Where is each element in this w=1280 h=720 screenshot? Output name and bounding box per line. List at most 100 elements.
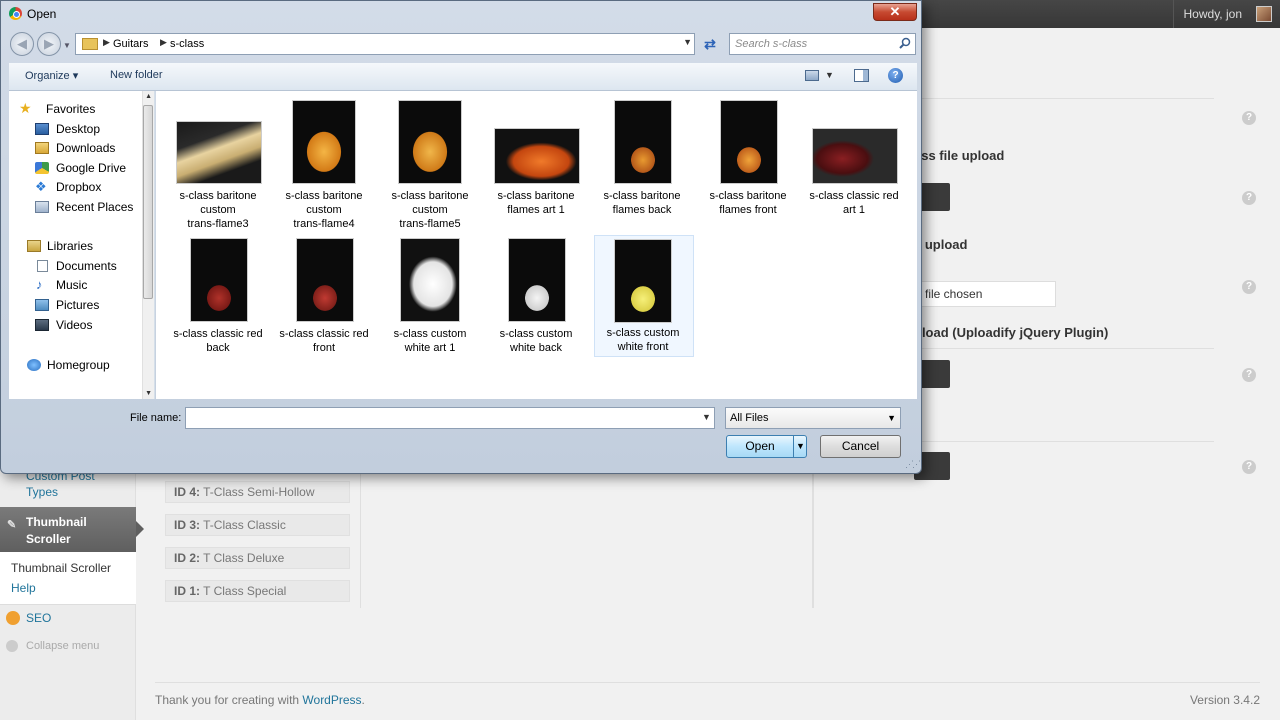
menu-seo[interactable]: SEO: [0, 606, 136, 630]
chevron-down-icon[interactable]: ▼: [683, 37, 692, 47]
close-button[interactable]: ✕: [873, 3, 917, 21]
breadcrumb-guitars[interactable]: Guitars: [113, 38, 148, 50]
file-item[interactable]: s-class classic red art 1: [804, 97, 904, 217]
id-list-item[interactable]: ID 1: T Class Special: [165, 580, 350, 602]
howdy-user-link[interactable]: Howdy, jon: [1172, 0, 1252, 28]
help-icon[interactable]: ?: [1242, 368, 1256, 382]
file-list: s-class baritone custom trans-flame3 s-cla…: [156, 91, 917, 399]
organize-button[interactable]: Organize ▾: [25, 69, 78, 82]
menu-custom-post-types-label-2: Types: [26, 485, 59, 499]
file-item[interactable]: s-class baritone custom trans-flame5: [380, 97, 480, 230]
breadcrumb-separator-icon[interactable]: ▶: [160, 37, 167, 48]
file-name: s-class baritone custom trans-flame5: [391, 190, 469, 230]
file-name-label: File name:: [130, 412, 182, 424]
chevron-down-icon[interactable]: ▼: [887, 408, 896, 428]
help-icon[interactable]: ?: [1242, 280, 1256, 294]
nav-libraries[interactable]: Libraries: [47, 239, 93, 253]
toolbar: Organize ▾ New folder ▼ ?: [9, 63, 917, 91]
nav-google-drive[interactable]: Google Drive: [56, 161, 126, 175]
collapse-menu[interactable]: Collapse menu: [0, 634, 136, 658]
breadcrumb-separator-icon[interactable]: ▶: [103, 37, 110, 48]
new-folder-button[interactable]: New folder: [110, 69, 163, 81]
back-button[interactable]: ◀: [10, 32, 34, 56]
file-name: s-class baritone custom trans-flame4: [285, 190, 363, 230]
file-item-selected[interactable]: s-class custom white front: [594, 235, 694, 357]
file-item[interactable]: s-class baritone flames front: [698, 97, 798, 217]
id-list-item[interactable]: ID 3: T-Class Classic: [165, 514, 350, 536]
search-icon[interactable]: [899, 37, 911, 49]
search-input[interactable]: [730, 34, 895, 54]
submenu-help[interactable]: Help: [0, 578, 136, 598]
active-menu-arrow: [136, 521, 144, 537]
menu-custom-post-types[interactable]: Custom Post Types: [0, 468, 136, 508]
nav-dropbox[interactable]: Dropbox: [56, 180, 101, 194]
nav-recent-places[interactable]: Recent Places: [56, 200, 133, 214]
file-item[interactable]: s-class custom white back: [486, 235, 586, 355]
nav-videos[interactable]: Videos: [56, 318, 92, 332]
file-thumbnail: [176, 121, 262, 184]
id-list-item[interactable]: ID 2: T Class Deluxe: [165, 547, 350, 569]
nav-desktop[interactable]: Desktop: [56, 122, 100, 136]
file-thumbnail: [720, 100, 778, 184]
nav-documents[interactable]: Documents: [56, 259, 117, 273]
nav-music[interactable]: Music: [56, 278, 87, 292]
scroll-up-icon[interactable]: ▲: [145, 93, 152, 100]
file-type-select[interactable]: All Files ▼: [725, 407, 901, 429]
file-name-input[interactable]: [185, 407, 715, 429]
file-thumbnail: [400, 238, 460, 322]
file-chosen-field[interactable]: file chosen: [914, 281, 1056, 307]
id-name: T-Class Semi-Hollow: [203, 485, 315, 499]
resize-grip-icon[interactable]: ⋰⋰: [905, 459, 921, 470]
help-icon[interactable]: ?: [1242, 111, 1256, 125]
file-item[interactable]: s-class baritone custom trans-flame4: [274, 97, 374, 230]
help-icon[interactable]: ?: [1242, 191, 1256, 205]
open-file-dialog: Open ✕ ◀ ▶ ▼ ▶ Guitars ▶ s-class ▼ ⇄ Org…: [0, 0, 922, 474]
version-text: Version 3.4.2: [1189, 693, 1260, 707]
search-box[interactable]: [729, 33, 916, 55]
wordpress-link[interactable]: WordPress: [302, 693, 361, 707]
open-options-dropdown[interactable]: ▼: [793, 436, 807, 457]
file-item[interactable]: s-class classic red back: [168, 235, 268, 355]
address-bar[interactable]: ▶ Guitars ▶ s-class ▼: [75, 33, 695, 55]
file-name: s-class custom white back: [499, 328, 573, 354]
folder-icon: [82, 38, 98, 50]
nav-favorites[interactable]: Favorites: [46, 102, 95, 116]
submenu-thumbnail-scroller[interactable]: Thumbnail Scroller: [0, 558, 136, 578]
chevron-down-icon[interactable]: ▼: [825, 70, 834, 80]
cancel-button[interactable]: Cancel: [820, 435, 901, 458]
help-icon[interactable]: ?: [888, 68, 903, 83]
menu-thumbnail-scroller[interactable]: ✎ Thumbnail Scroller: [0, 507, 144, 552]
open-button[interactable]: Open ▼: [726, 435, 807, 458]
file-name: s-class classic red art 1: [809, 190, 899, 216]
divider: [914, 348, 1214, 349]
nav-scrollbar[interactable]: ▲ ▼: [142, 91, 154, 399]
recent-locations-dropdown[interactable]: ▼: [63, 41, 71, 50]
footer: Thank you for creating with WordPress. V…: [155, 682, 1260, 707]
forward-button[interactable]: ▶: [37, 32, 61, 56]
nav-downloads[interactable]: Downloads: [56, 141, 115, 155]
file-item[interactable]: s-class baritone flames back: [592, 97, 692, 217]
file-thumbnail: [296, 238, 354, 322]
nav-homegroup[interactable]: Homegroup: [47, 358, 110, 372]
preview-pane-icon[interactable]: [854, 69, 869, 82]
homegroup-icon: [27, 359, 41, 371]
refresh-icon[interactable]: ⇄: [699, 33, 721, 55]
dropbox-icon: ❖: [35, 179, 47, 194]
file-item[interactable]: s-class custom white art 1: [380, 235, 480, 355]
change-view-icon[interactable]: [805, 70, 819, 81]
id-label: ID 2:: [174, 551, 201, 565]
id-list-item[interactable]: ID 4: T-Class Semi-Hollow: [165, 481, 350, 503]
file-item[interactable]: s-class classic red front: [274, 235, 374, 355]
scroll-down-icon[interactable]: ▼: [145, 390, 152, 397]
file-name: s-class baritone flames art 1: [497, 190, 575, 216]
nav-pictures[interactable]: Pictures: [56, 298, 99, 312]
divider: [914, 98, 1214, 99]
avatar[interactable]: [1256, 6, 1272, 22]
file-item[interactable]: s-class baritone custom trans-flame3: [168, 97, 268, 230]
chevron-down-icon[interactable]: ▼: [702, 412, 711, 422]
file-name: s-class baritone custom trans-flame3: [179, 190, 257, 230]
scrollbar-thumb[interactable]: [143, 105, 153, 299]
breadcrumb-s-class[interactable]: s-class: [170, 38, 204, 50]
help-icon[interactable]: ?: [1242, 460, 1256, 474]
file-item[interactable]: s-class baritone flames art 1: [486, 97, 586, 217]
